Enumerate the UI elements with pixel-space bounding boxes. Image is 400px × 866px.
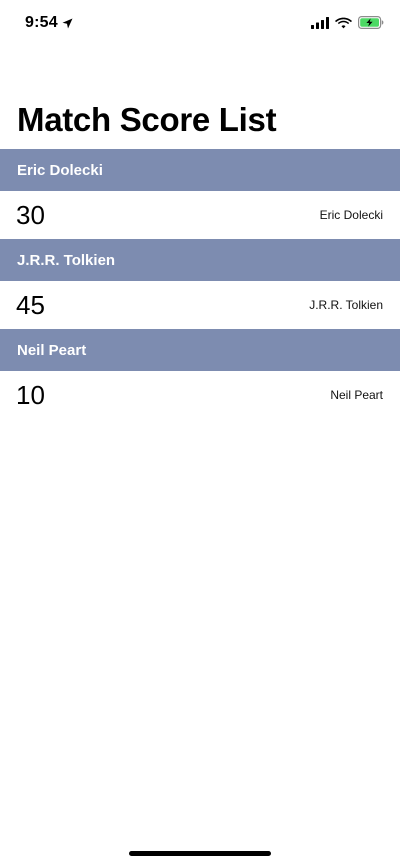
player-name: Eric Dolecki	[319, 208, 383, 222]
section-header: Neil Peart	[0, 329, 400, 371]
section-header: Eric Dolecki	[0, 149, 400, 191]
score-row[interactable]: 10 Neil Peart	[0, 371, 400, 419]
location-arrow-icon	[62, 18, 73, 28]
status-time: 9:54	[25, 14, 58, 31]
player-name: J.R.R. Tolkien	[309, 298, 383, 312]
cellular-signal-icon	[311, 16, 329, 29]
wifi-icon	[335, 17, 352, 28]
score-row[interactable]: 45 J.R.R. Tolkien	[0, 281, 400, 329]
player-name: Neil Peart	[330, 388, 383, 402]
score-value: 30	[16, 199, 45, 230]
status-bar: 9:54	[0, 0, 400, 48]
score-list[interactable]: Eric Dolecki 30 Eric Dolecki J.R.R. Tolk…	[0, 149, 400, 419]
page-title: Match Score List	[17, 101, 277, 138]
battery-charging-icon	[358, 16, 384, 29]
home-indicator[interactable]	[129, 851, 271, 856]
score-value: 45	[16, 289, 45, 320]
status-time-group: 9:54	[25, 14, 73, 32]
score-value: 10	[16, 379, 45, 410]
status-indicators	[311, 16, 384, 29]
section-header: J.R.R. Tolkien	[0, 239, 400, 281]
score-row[interactable]: 30 Eric Dolecki	[0, 191, 400, 239]
